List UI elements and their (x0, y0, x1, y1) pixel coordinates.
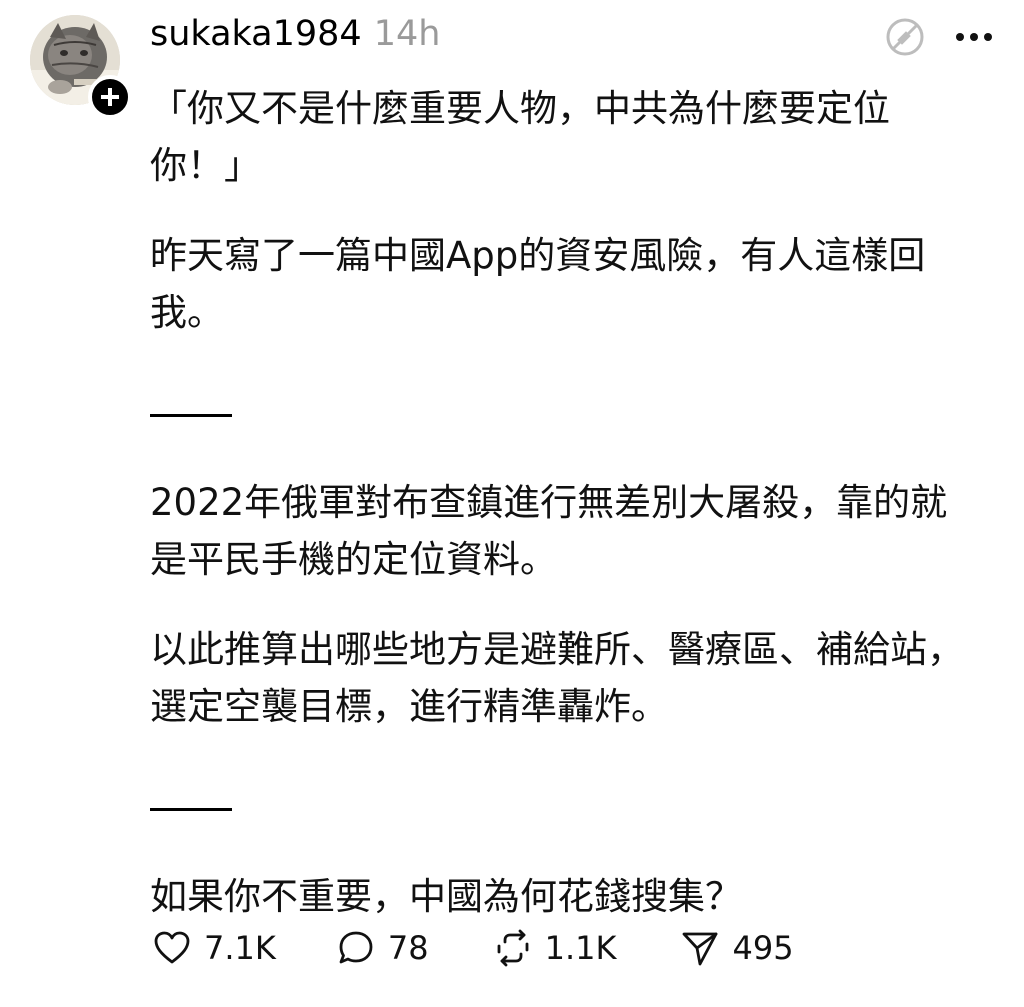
more-button[interactable] (954, 31, 994, 43)
comment-bubble-icon (339, 931, 373, 964)
post-paragraph-2: 昨天寫了一篇中國App的資安風險，有人這樣回我。 (150, 234, 926, 334)
plus-icon (101, 88, 119, 106)
repost-button[interactable]: 1.1K (493, 928, 617, 968)
header-actions (884, 16, 994, 58)
avatar-container[interactable] (30, 15, 132, 119)
follow-button[interactable] (88, 75, 132, 119)
post-paragraph-5: 如果你不重要，中國為何花錢搜集？ (150, 875, 742, 918)
reply-count: 78 (387, 929, 429, 967)
username[interactable]: sukaka1984 (150, 14, 362, 54)
more-horizontal-icon (956, 33, 992, 41)
post-paragraph-4: 以此推算出哪些地方是避難所、醫療區、補給站，選定空襲目標，進行精準轟炸。 (150, 628, 964, 728)
timestamp: 14h (373, 14, 441, 54)
reply-button[interactable]: 78 (336, 928, 429, 968)
post-actions: 7.1K 78 1.1K 495 (152, 928, 794, 968)
post-paragraph-1: 「你又不是什麼重要人物，中共為什麼要定位你！」 (150, 87, 890, 187)
send-icon (683, 932, 718, 966)
post-header: sukaka1984 14h (150, 14, 440, 64)
translate-button[interactable] (884, 16, 926, 58)
heart-icon (154, 931, 190, 964)
repost-count: 1.1K (544, 929, 617, 967)
thread-post: sukaka1984 14h 「你又不是什麼重要人物，中共為什麼要定位你！」 昨… (0, 0, 1024, 1007)
share-button[interactable]: 495 (680, 928, 794, 968)
post-paragraph-3: 2022年俄軍對布查鎮進行無差別大屠殺，靠的就是平民手機的定位資料。 (150, 481, 948, 581)
repost-icon (497, 929, 528, 967)
share-count: 495 (732, 929, 794, 967)
no-translate-icon (886, 18, 924, 56)
post-content: 「你又不是什麼重要人物，中共為什麼要定位你！」 昨天寫了一篇中國App的資安風險… (150, 80, 980, 925)
like-button[interactable]: 7.1K (152, 928, 276, 968)
like-count: 7.1K (204, 929, 276, 967)
